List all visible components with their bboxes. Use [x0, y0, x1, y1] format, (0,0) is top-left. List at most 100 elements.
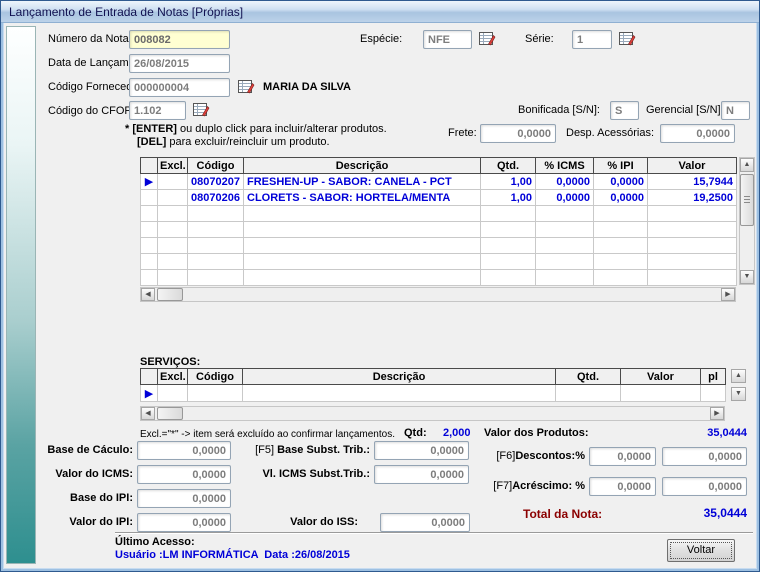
descontos-pct-input[interactable]: 0,0000 [589, 447, 656, 466]
table-row-empty[interactable] [141, 222, 737, 238]
col-valor: Valor [621, 369, 701, 385]
hscroll-thumb[interactable] [157, 407, 183, 420]
scroll-down-icon[interactable]: ▼ [740, 270, 754, 284]
numero-nota-label: Número da Nota: [48, 33, 132, 46]
vscroll-thumb[interactable] [740, 174, 754, 226]
usuario-data-text: Usuário :LM INFORMÁTICA Data :26/08/2015 [115, 549, 350, 562]
serie-label: Série: [525, 33, 554, 46]
voltar-button[interactable]: Voltar [667, 539, 735, 562]
col-excl: Excl. [158, 158, 188, 174]
table-row[interactable]: 08070206 CLORETS - SABOR: HORTELA/MENTA … [141, 190, 737, 206]
descontos-label: [F6]Descontos:% [470, 450, 585, 463]
codigo-cfop-label: Código do CFOP : [48, 105, 138, 118]
sidebar-accent-strip [6, 26, 36, 564]
scroll-up-icon[interactable]: ▲ [731, 369, 746, 383]
total-nota-value: 35,0444 [660, 507, 747, 520]
acrescimo-valor-input[interactable]: 0,0000 [662, 477, 747, 496]
codigo-cfop-input[interactable]: 1.102 [129, 101, 186, 120]
row-marker: ▶ [141, 385, 158, 402]
lookup-icon[interactable] [238, 79, 255, 94]
servicos-hscrollbar[interactable]: ◀ ▶ [140, 406, 725, 421]
lookup-icon[interactable] [193, 102, 210, 117]
col-descricao: Descrição [243, 369, 556, 385]
table-row[interactable]: ▶ 08070207 FRESHEN-UP - SABOR: CANELA - … [141, 174, 737, 190]
col-ipi: % IPI [594, 158, 648, 174]
lookup-icon[interactable] [479, 31, 496, 46]
frete-label: Frete: [448, 127, 477, 140]
data-lancamento-input[interactable]: 26/08/2015 [129, 54, 230, 73]
col-descricao: Descrição [244, 158, 481, 174]
fornecedor-nome-text: MARIA DA SILVA [263, 81, 351, 94]
col-qtd: Qtd. [556, 369, 621, 385]
col-excl: Excl. [158, 369, 188, 385]
base-subst-label: [F5] Base Subst. Trib.: [200, 444, 370, 457]
desp-acessorias-input[interactable]: 0,0000 [660, 124, 735, 143]
vl-icms-subst-label: Vl. ICMS Subst.Trib.: [200, 468, 370, 481]
total-nota-label: Total da Nota: [523, 508, 602, 521]
scroll-up-icon[interactable]: ▲ [740, 158, 754, 172]
marker-header-cell [141, 158, 158, 174]
table-row-empty[interactable]: ▶ [141, 385, 726, 402]
table-row-empty[interactable] [141, 206, 737, 222]
scroll-down-icon[interactable]: ▼ [731, 387, 746, 401]
row-marker: ▶ [141, 174, 158, 190]
excl-note: Excl.="*" -> item será excluído ao confi… [140, 428, 395, 441]
table-row-empty[interactable] [141, 254, 737, 270]
products-hscrollbar[interactable]: ◀ ▶ [140, 287, 736, 302]
acrescimo-pct-input[interactable]: 0,0000 [589, 477, 656, 496]
table-row-empty[interactable] [141, 270, 737, 286]
window-title: Lançamento de Entrada de Notas [Próprias… [9, 5, 243, 19]
desp-acessorias-label: Desp. Acessórias: [566, 127, 654, 140]
base-subst-input[interactable]: 0,0000 [374, 441, 469, 460]
col-valor: Valor [648, 158, 737, 174]
ultimo-acesso-label: Último Acesso: [115, 536, 195, 549]
col-codigo: Código [188, 158, 244, 174]
qtd-total-value: 2,000 [443, 427, 471, 440]
scroll-left-icon[interactable]: ◀ [141, 288, 155, 301]
col-qtd: Qtd. [481, 158, 536, 174]
especie-input[interactable]: NFE [423, 30, 472, 49]
instruction-line-1: * [ENTER] ou duplo click para incluir/al… [125, 123, 387, 136]
frete-input[interactable]: 0,0000 [480, 124, 556, 143]
bonificada-label: Bonificada [S/N]: [518, 104, 600, 117]
base-ipi-input[interactable]: 0,0000 [137, 489, 231, 508]
servicos-table: Excl. Código Descrição Qtd. Valor pl ▶ [140, 368, 726, 402]
instruction-line-2: [DEL] para excluir/reincluir um produto. [137, 136, 330, 149]
valor-produtos-value: 35,0444 [660, 427, 747, 440]
app-window: Lançamento de Entrada de Notas [Próprias… [0, 0, 760, 572]
lookup-icon[interactable] [619, 31, 636, 46]
products-table: Excl. Código Descrição Qtd. % ICMS % IPI… [140, 157, 737, 286]
footer-divider [115, 532, 753, 534]
acrescimo-label: [F7]Acréscimo: % [470, 480, 585, 493]
scroll-left-icon[interactable]: ◀ [141, 407, 155, 420]
descontos-valor-input[interactable]: 0,0000 [662, 447, 747, 466]
valor-ipi-label: Valor do IPI: [20, 516, 133, 529]
col-icms: % ICMS [536, 158, 594, 174]
scroll-right-icon[interactable]: ▶ [710, 407, 724, 420]
products-header-row: Excl. Código Descrição Qtd. % ICMS % IPI… [141, 158, 737, 174]
gerencial-label: Gerencial [S/N]: [646, 104, 724, 117]
codigo-fornecedor-input[interactable]: 000000004 [129, 78, 230, 97]
hscroll-thumb[interactable] [157, 288, 183, 301]
scroll-right-icon[interactable]: ▶ [721, 288, 735, 301]
valor-icms-label: Valor do ICMS: [20, 468, 133, 481]
valor-iss-label: Valor do ISS: [200, 516, 358, 529]
enter-key-hint: * [ENTER] [125, 123, 177, 135]
vl-icms-subst-input[interactable]: 0,0000 [374, 465, 469, 484]
valor-iss-input[interactable]: 0,0000 [380, 513, 470, 532]
table-row-empty[interactable] [141, 238, 737, 254]
numero-nota-input[interactable]: 008082 [129, 30, 230, 49]
products-vscrollbar[interactable]: ▲ ▼ [739, 157, 755, 285]
titlebar[interactable]: Lançamento de Entrada de Notas [Próprias… [1, 1, 759, 23]
valor-produtos-label: Valor dos Produtos: [484, 427, 589, 440]
col-codigo: Código [188, 369, 243, 385]
col-partial: pl [701, 369, 726, 385]
base-ipi-label: Base do IPI: [20, 492, 133, 505]
base-calculo-label: Base de Cáculo: [20, 444, 133, 457]
serie-input[interactable]: 1 [572, 30, 612, 49]
servicos-header-row: Excl. Código Descrição Qtd. Valor pl [141, 369, 726, 385]
bonificada-input[interactable]: S [610, 101, 639, 120]
del-key-hint: [DEL] [137, 136, 166, 148]
gerencial-input[interactable]: N [721, 101, 750, 120]
especie-label: Espécie: [360, 33, 402, 46]
